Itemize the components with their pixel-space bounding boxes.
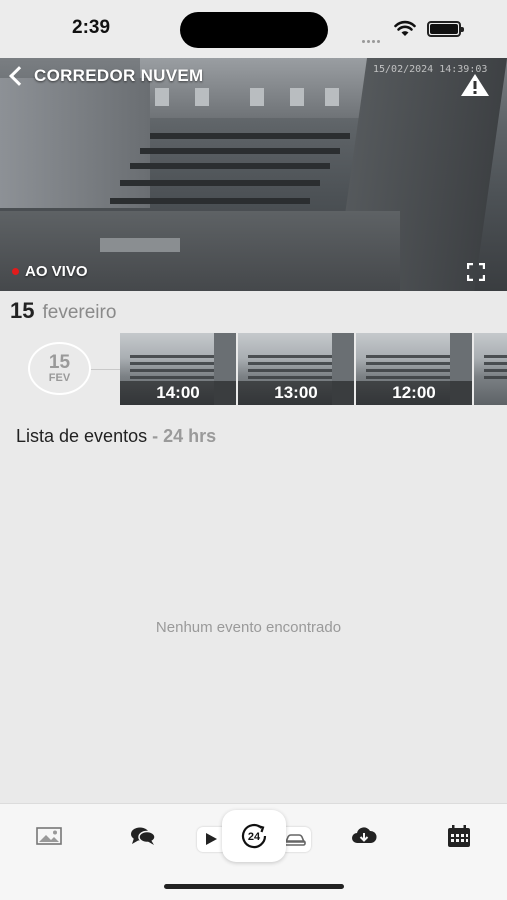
date-month: fevereiro xyxy=(42,302,117,323)
events-title: Lista de eventos xyxy=(16,426,148,446)
home-indicator[interactable] xyxy=(164,884,344,889)
hour-thumbnail-label: 14:00 xyxy=(120,381,236,405)
date-day: 15 xyxy=(10,298,35,323)
camera-title: CORREDOR NUVEM xyxy=(34,66,204,85)
events-range: - 24 hrs xyxy=(152,426,217,446)
warning-icon[interactable] xyxy=(460,73,490,97)
hour-thumbnails[interactable]: 14:00 13:00 12:00 xyxy=(120,333,507,405)
cellular-signal-icon xyxy=(362,30,384,43)
hour-thumbnail-label: 13:00 xyxy=(238,381,354,405)
date-header: 15 fevereiro xyxy=(10,298,116,324)
hour-thumbnail[interactable]: 12:00 xyxy=(356,333,472,405)
battery-icon xyxy=(427,21,464,37)
camera-live-view[interactable] xyxy=(0,58,507,291)
dynamic-island xyxy=(180,12,328,48)
hour-thumbnail[interactable] xyxy=(474,333,507,405)
day-badge-day: 15 xyxy=(48,352,71,373)
gallery-icon[interactable] xyxy=(35,824,63,848)
day-badge[interactable]: 15 FEV xyxy=(28,342,91,395)
hour-thumbnail-label xyxy=(474,381,507,405)
empty-events-message: Nenhum evento encontrado xyxy=(155,619,342,636)
live-indicator: AO VIVO xyxy=(12,263,88,280)
day-badge-month: FEV xyxy=(48,372,71,384)
24h-history-icon: 24 xyxy=(241,823,267,849)
svg-text:24: 24 xyxy=(248,831,261,843)
timeline-connector xyxy=(90,369,120,370)
hour-thumbnail-label: 12:00 xyxy=(356,381,472,405)
status-time: 2:39 xyxy=(72,17,111,38)
chat-icon[interactable] xyxy=(129,824,157,848)
wifi-icon xyxy=(394,20,416,36)
play-icon[interactable] xyxy=(200,829,222,849)
calendar-icon[interactable] xyxy=(445,824,473,848)
hour-thumbnail[interactable]: 14:00 xyxy=(120,333,236,405)
fullscreen-icon[interactable] xyxy=(467,263,485,281)
back-button[interactable]: CORREDOR NUVEM xyxy=(8,66,204,86)
cloud-download-icon[interactable] xyxy=(350,824,378,848)
24h-history-button[interactable]: 24 xyxy=(222,810,286,862)
live-dot-icon xyxy=(12,268,19,275)
live-label: AO VIVO xyxy=(25,263,88,280)
events-heading: Lista de eventos - 24 hrs xyxy=(16,426,216,447)
hour-thumbnail[interactable]: 13:00 xyxy=(238,333,354,405)
car-icon[interactable] xyxy=(283,829,307,849)
chevron-left-icon xyxy=(9,66,29,86)
status-bar: 2:39 xyxy=(0,0,507,58)
